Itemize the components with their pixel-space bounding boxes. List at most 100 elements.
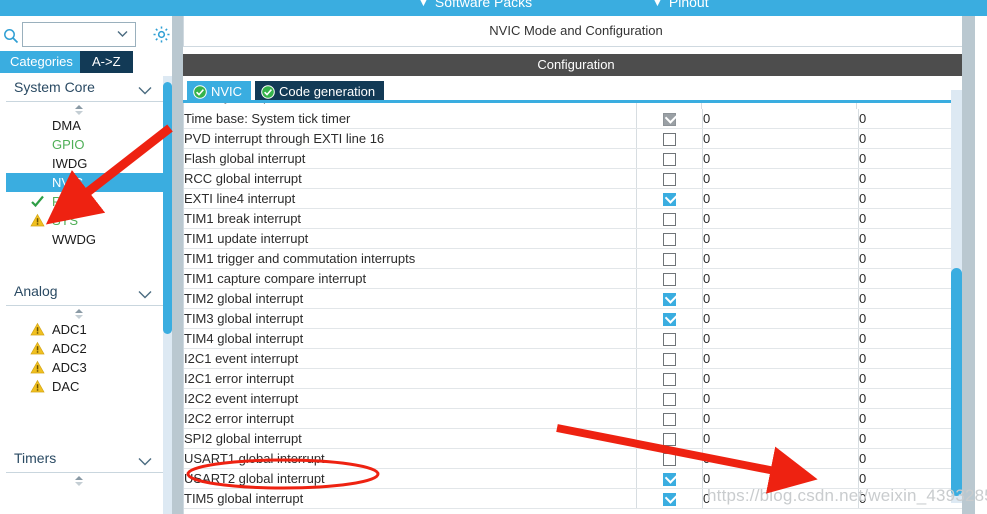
- enabled-checkbox[interactable]: [663, 190, 679, 207]
- sidebar-item-dac[interactable]: DAC: [6, 377, 166, 396]
- enabled-checkbox[interactable]: [663, 433, 676, 447]
- enabled-checkbox-cell[interactable]: [636, 109, 703, 129]
- enabled-checkbox[interactable]: [663, 453, 676, 467]
- preemption-priority-cell[interactable]: 0: [702, 128, 859, 149]
- table-row[interactable]: I2C1 event interrupt 0 0: [184, 348, 969, 369]
- preemption-priority-cell[interactable]: 0: [702, 228, 859, 249]
- table-scrollbar-thumb[interactable]: [951, 268, 962, 496]
- enabled-checkbox[interactable]: [663, 490, 679, 507]
- enabled-checkbox-cell[interactable]: [636, 488, 703, 509]
- preemption-priority-cell[interactable]: 0: [702, 168, 859, 189]
- sidebar-item-dma[interactable]: DMA: [6, 116, 166, 135]
- preemption-priority-cell[interactable]: 0: [702, 408, 859, 429]
- table-row[interactable]: I2C2 event interrupt 0 0: [184, 388, 969, 409]
- enabled-checkbox[interactable]: [663, 233, 676, 247]
- scroll-spinner-timers[interactable]: [6, 473, 166, 487]
- table-row[interactable]: Time base: System tick timer 0 0: [184, 109, 969, 129]
- table-row[interactable]: TIM1 trigger and commutation interrupts 0…: [184, 248, 969, 269]
- enabled-checkbox-cell[interactable]: [636, 128, 703, 149]
- search-icon[interactable]: [3, 28, 19, 44]
- table-row[interactable]: PVD interrupt through EXTI line 16 0 0: [184, 128, 969, 149]
- gear-icon[interactable]: [152, 25, 171, 44]
- preemption-priority-cell[interactable]: 0: [702, 428, 859, 449]
- enabled-checkbox-cell[interactable]: [636, 208, 703, 229]
- chevron-down-icon[interactable]: [138, 286, 152, 299]
- sidebar-scrollbar-thumb[interactable]: [163, 82, 172, 334]
- preemption-priority-cell[interactable]: 0: [702, 268, 859, 289]
- enabled-checkbox-cell[interactable]: [636, 428, 703, 449]
- enabled-checkbox[interactable]: [663, 413, 676, 427]
- enabled-checkbox-cell[interactable]: [636, 168, 703, 189]
- enabled-checkbox-cell[interactable]: [636, 468, 703, 489]
- enabled-checkbox[interactable]: [663, 290, 679, 307]
- sidebar-item-sys[interactable]: SYS: [6, 211, 166, 230]
- table-row[interactable]: Flash global interrupt 0 0: [184, 148, 969, 169]
- enabled-checkbox-cell[interactable]: [636, 248, 703, 269]
- preemption-priority-cell[interactable]: 0: [702, 109, 859, 129]
- enabled-checkbox[interactable]: [663, 273, 676, 287]
- enabled-checkbox[interactable]: [663, 353, 676, 367]
- preemption-priority-cell[interactable]: 0: [702, 388, 859, 409]
- enabled-checkbox-cell[interactable]: [636, 188, 703, 209]
- preemption-priority-cell[interactable]: 0: [702, 288, 859, 309]
- chevron-down-icon[interactable]: [138, 453, 152, 466]
- enabled-checkbox[interactable]: [663, 333, 676, 347]
- sidebar-item-adc2[interactable]: ADC2: [6, 339, 166, 358]
- chevron-down-icon[interactable]: [138, 82, 152, 95]
- enabled-checkbox-cell[interactable]: [636, 288, 703, 309]
- sidebar-item-iwdg[interactable]: IWDG: [6, 154, 166, 173]
- preemption-priority-cell[interactable]: 0: [702, 208, 859, 229]
- table-row[interactable]: TIM1 break interrupt 0 0: [184, 208, 969, 229]
- preemption-priority-cell[interactable]: 0: [702, 368, 859, 389]
- preemption-priority-cell[interactable]: 0: [702, 448, 859, 469]
- table-row[interactable]: USART1 global interrupt 0 0: [184, 448, 969, 469]
- tab-categories[interactable]: Categories: [0, 51, 83, 73]
- enabled-checkbox[interactable]: [663, 133, 676, 147]
- scroll-spinner-system-core[interactable]: [6, 102, 166, 116]
- sidebar-item-nvic[interactable]: NVIC: [6, 173, 174, 192]
- table-row[interactable]: TIM3 global interrupt 0 0: [184, 308, 969, 329]
- group-header-timers[interactable]: Timers: [6, 444, 166, 473]
- chevron-down-icon[interactable]: [116, 27, 129, 40]
- table-row[interactable]: EXTI line4 interrupt 0 0: [184, 188, 969, 209]
- preemption-priority-cell[interactable]: 0: [702, 348, 859, 369]
- preemption-priority-cell[interactable]: 0: [702, 248, 859, 269]
- preemption-priority-cell[interactable]: 0: [702, 328, 859, 349]
- table-row[interactable]: TIM2 global interrupt 0 0: [184, 288, 969, 309]
- tab-code-generation[interactable]: Code generation: [255, 81, 385, 102]
- enabled-checkbox[interactable]: [663, 173, 676, 187]
- nav-item-pinout[interactable]: ▼ Pinout: [652, 0, 709, 10]
- enabled-checkbox-cell[interactable]: [636, 448, 703, 469]
- enabled-checkbox[interactable]: [663, 153, 676, 167]
- group-header-analog[interactable]: Analog: [6, 277, 166, 306]
- enabled-checkbox-cell[interactable]: [636, 268, 703, 289]
- table-row[interactable]: TIM1 capture compare interrupt 0 0: [184, 268, 969, 289]
- preemption-priority-cell[interactable]: 0: [702, 308, 859, 329]
- table-row[interactable]: TIM1 update interrupt 0 0: [184, 228, 969, 249]
- scroll-spinner-analog[interactable]: [6, 306, 166, 320]
- enabled-checkbox[interactable]: [663, 213, 676, 227]
- sidebar-item-adc1[interactable]: ADC1: [6, 320, 166, 339]
- tab-nvic[interactable]: NVIC: [187, 81, 252, 102]
- search-input[interactable]: [22, 22, 136, 47]
- enabled-checkbox[interactable]: [663, 393, 676, 407]
- tab-a-to-z[interactable]: A->Z: [80, 51, 133, 73]
- enabled-checkbox-cell[interactable]: [636, 348, 703, 369]
- sidebar-item-gpio[interactable]: GPIO: [6, 135, 166, 154]
- nav-item-software-packs[interactable]: ▼ Software Packs: [418, 0, 532, 10]
- table-row[interactable]: I2C2 error interrupt 0 0: [184, 408, 969, 429]
- enabled-checkbox-cell[interactable]: [636, 148, 703, 169]
- enabled-checkbox[interactable]: [663, 253, 676, 267]
- enabled-checkbox[interactable]: [663, 310, 679, 327]
- table-row[interactable]: I2C1 error interrupt 0 0: [184, 368, 969, 389]
- enabled-checkbox-cell[interactable]: [636, 408, 703, 429]
- enabled-checkbox[interactable]: [663, 470, 679, 487]
- enabled-checkbox-cell[interactable]: [636, 368, 703, 389]
- preemption-priority-cell[interactable]: 0: [702, 188, 859, 209]
- sidebar-item-wwdg[interactable]: WWDG: [6, 230, 166, 249]
- table-row[interactable]: TIM4 global interrupt 0 0: [184, 328, 969, 349]
- sidebar-item-adc3[interactable]: ADC3: [6, 358, 166, 377]
- enabled-checkbox[interactable]: [663, 373, 676, 387]
- sidebar-item-rcc[interactable]: RCC: [6, 192, 166, 211]
- enabled-checkbox-cell[interactable]: [636, 388, 703, 409]
